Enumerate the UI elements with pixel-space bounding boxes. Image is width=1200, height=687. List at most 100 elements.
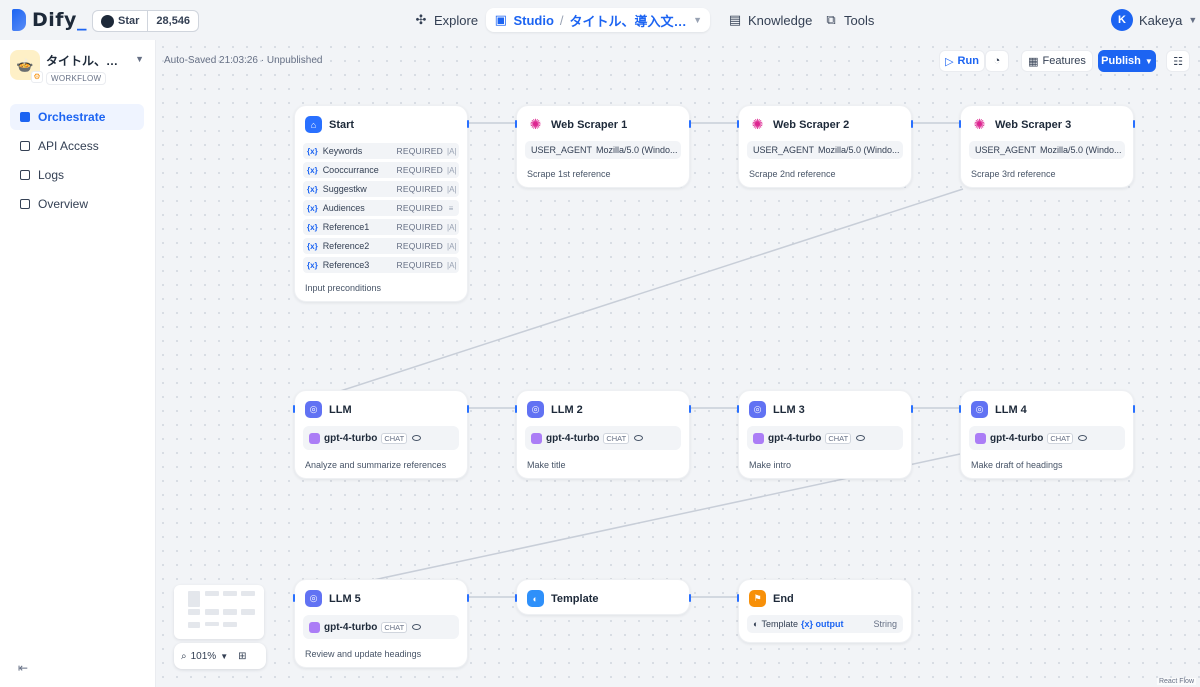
nav-explore[interactable]: ✣ Explore <box>414 8 479 32</box>
organize-icon[interactable]: ⊞ <box>238 651 246 662</box>
llm-icon: ◎ <box>305 401 322 418</box>
input-handle[interactable] <box>959 405 961 413</box>
llm-icon: ◎ <box>971 401 988 418</box>
dify-logo[interactable]: Dify_ <box>12 9 87 31</box>
node-web-scraper-2[interactable]: ✺ Web Scraper 2 USER_AGENT Mozilla/5.0 (Wi… <box>737 105 913 188</box>
output-handle[interactable] <box>689 120 691 128</box>
sidebar-item-orchestrate[interactable]: Orchestrate <box>10 104 144 130</box>
llm-icon: ◎ <box>527 401 544 418</box>
model-selector: gpt-4-turbo CHAT <box>303 615 459 639</box>
input-handle[interactable] <box>737 120 739 128</box>
sidebar-item-overview[interactable]: Overview <box>10 191 144 217</box>
text-type-icon: |A| <box>447 260 457 270</box>
node-llm-2[interactable]: ◎ LLM 2 gpt-4-turbo CHAT Make title <box>515 390 691 479</box>
text-type-icon: |A| <box>447 222 457 232</box>
node-llm-4[interactable]: ◎ LLM 4 gpt-4-turbo CHAT Make draft of hea… <box>959 390 1135 479</box>
node-template[interactable]: ◐ Template <box>515 579 691 615</box>
input-handle[interactable] <box>737 594 739 602</box>
chevron-down-icon[interactable]: ▼ <box>135 54 144 64</box>
collapse-sidebar-icon[interactable]: ⇤ <box>18 661 28 675</box>
output-handle[interactable] <box>467 594 469 602</box>
vision-icon <box>1078 435 1088 441</box>
openai-icon <box>309 432 320 444</box>
output-handle[interactable] <box>911 120 913 128</box>
output-handle[interactable] <box>1133 405 1135 413</box>
openai-icon <box>975 432 986 444</box>
node-llm-5[interactable]: ◎ LLM 5 gpt-4-turbo CHAT Review and update… <box>293 579 469 668</box>
node-web-scraper-3[interactable]: ✺ Web Scraper 3 USER_AGENT Mozilla/5.0 (Wi… <box>959 105 1135 188</box>
chart-icon <box>20 199 30 209</box>
start-var-row: {x} Keywords REQUIRED |A| <box>303 143 459 159</box>
nav-knowledge[interactable]: ▤ Knowledge <box>728 8 812 32</box>
input-handle[interactable] <box>293 405 295 413</box>
paragraph-type-icon: ≡ <box>448 203 454 213</box>
toolbox-icon: ⧉ <box>826 12 836 27</box>
input-handle[interactable] <box>515 405 517 413</box>
node-description: Scrape 3rd reference <box>971 169 1056 179</box>
node-description: Scrape 2nd reference <box>749 169 836 179</box>
output-handle[interactable] <box>689 594 691 602</box>
output-handle[interactable] <box>467 120 469 128</box>
spider-web-icon: ✺ <box>529 116 542 132</box>
start-var-row: {x} Cooccurrance REQUIRED |A| <box>303 162 459 178</box>
input-handle[interactable] <box>515 594 517 602</box>
output-handle[interactable] <box>911 405 913 413</box>
nav-tools[interactable]: ⧉ Tools <box>824 8 874 32</box>
output-handle[interactable] <box>689 405 691 413</box>
node-llm-3[interactable]: ◎ LLM 3 gpt-4-turbo CHAT Make intro <box>737 390 913 479</box>
workflow-canvas[interactable]: Auto-Saved 21:03:26 · Unpublished ▷ Run ◔… <box>156 40 1200 687</box>
node-start[interactable]: ⌂ Start {x} Keywords REQUIRED |A| {x} Cooccur… <box>294 105 469 302</box>
start-var-row: {x} Suggestkw REQUIRED |A| <box>303 181 459 197</box>
nav-studio[interactable]: ▣ Studio / タイトル、導入文、見出... ▼ <box>486 8 710 32</box>
node-end[interactable]: ⚑ End ◐ Template {x} output String <box>737 579 912 643</box>
home-icon: ⌂ <box>305 116 322 133</box>
start-var-row: {x} Audiences REQUIRED ≡ <box>303 200 459 216</box>
text-type-icon: |A| <box>447 165 457 175</box>
openai-icon <box>531 432 542 444</box>
zoom-level: 101% <box>190 650 217 662</box>
github-star-button[interactable]: Star 28,546 <box>92 10 200 32</box>
output-handle[interactable] <box>1133 120 1135 128</box>
chevron-down-icon[interactable]: ▼ <box>220 652 228 661</box>
openai-icon <box>309 621 320 633</box>
terminal-icon <box>20 141 30 151</box>
github-star-count: 28,546 <box>156 15 191 27</box>
app-info[interactable]: 🍲⚙ タイトル、導入... WORKFLOW ▼ <box>10 50 146 88</box>
workflow-badge-icon: ⚙ <box>31 71 43 83</box>
output-handle[interactable] <box>467 405 469 413</box>
minimap[interactable] <box>174 585 264 639</box>
github-star-label: Star <box>118 15 140 27</box>
dify-logo-mark <box>12 9 26 31</box>
user-name: Kakeya <box>1139 12 1183 28</box>
llm-icon: ◎ <box>305 590 322 607</box>
user-menu[interactable]: K Kakeya ▼ <box>1111 9 1197 31</box>
sidebar-item-api-access[interactable]: API Access <box>10 133 144 159</box>
input-handle[interactable] <box>959 120 961 128</box>
template-icon: ◐ <box>753 619 759 629</box>
node-llm-1[interactable]: ◎ LLM gpt-4-turbo CHAT Analyze and summari… <box>293 390 469 479</box>
node-description: Review and update headings <box>305 649 422 659</box>
model-selector: gpt-4-turbo CHAT <box>525 426 681 450</box>
openai-icon <box>753 432 764 444</box>
input-handle[interactable] <box>515 120 517 128</box>
vision-icon <box>856 435 866 441</box>
spider-web-icon: ✺ <box>751 116 764 132</box>
react-flow-attribution[interactable]: React Flow <box>1156 678 1196 685</box>
text-type-icon: |A| <box>447 146 457 156</box>
avatar: K <box>1111 9 1133 31</box>
text-type-icon: |A| <box>447 184 457 194</box>
app-type-badge: WORKFLOW <box>46 72 107 85</box>
llm-icon: ◎ <box>749 401 766 418</box>
chevron-down-icon[interactable]: ▼ <box>693 15 702 25</box>
input-handle[interactable] <box>293 594 295 602</box>
model-selector: gpt-4-turbo CHAT <box>969 426 1125 450</box>
input-handle[interactable] <box>737 405 739 413</box>
studio-icon: ▣ <box>494 12 507 27</box>
zoom-control[interactable]: ⌕ 101% ▼ ⊞ <box>174 643 266 669</box>
node-web-scraper-1[interactable]: ✺ Web Scraper 1 USER_AGENT Mozilla/5.0 (Wi… <box>515 105 691 188</box>
chevron-down-icon: ▼ <box>1188 15 1198 25</box>
current-app-name: タイトル、導入文、見出... <box>569 13 688 29</box>
text-type-icon: |A| <box>447 241 457 251</box>
node-description: Make title <box>527 460 566 470</box>
sidebar-item-logs[interactable]: Logs <box>10 162 144 188</box>
